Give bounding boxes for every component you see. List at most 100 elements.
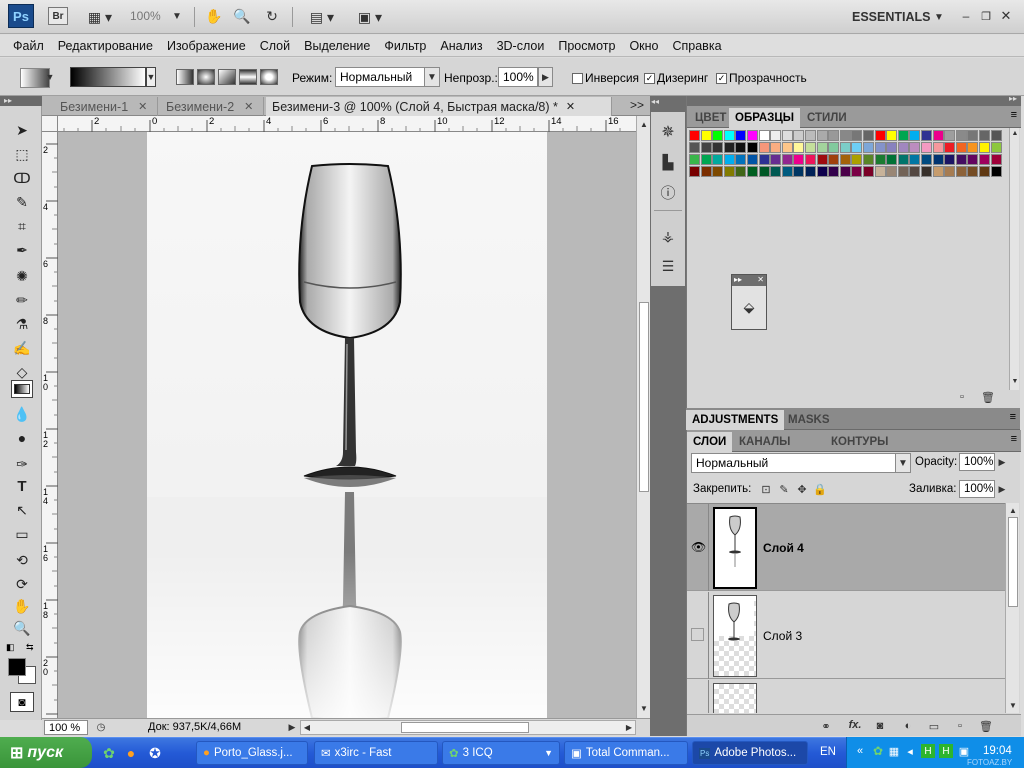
color-swatch[interactable] [967,142,979,153]
color-swatch[interactable] [828,142,840,153]
color-swatch[interactable] [723,154,735,165]
network-icon[interactable]: ▦ [887,744,901,758]
color-swatch[interactable] [805,130,816,141]
new-group-icon[interactable]: ▭ [927,719,941,733]
blend-mode-select[interactable]: Нормальный [691,453,897,473]
layer-thumbnail[interactable] [713,507,757,589]
delete-layer-icon[interactable]: 🗑 [979,719,993,733]
document-tab-active[interactable]: Безимени-3 @ 100% (Слой 4, Быстрая маска… [266,97,612,116]
menu-analysis[interactable]: Анализ [433,39,489,53]
color-swatch[interactable] [863,130,874,141]
color-swatch[interactable] [851,142,863,153]
color-swatch[interactable] [758,166,770,177]
path-select-tool-icon[interactable]: ↖ [11,500,33,520]
visibility-cell[interactable] [687,680,709,713]
new-layer-icon[interactable]: ▫ [953,719,967,733]
color-swatch[interactable] [955,130,967,141]
color-swatch[interactable] [816,166,828,177]
document-tab[interactable]: Безимени-2 ✕ [160,97,264,116]
color-swatch[interactable] [932,154,944,165]
color-swatch[interactable] [955,142,967,153]
layer-style-icon[interactable]: fx. [845,718,865,732]
transparency-checkbox[interactable]: ✓ Прозрачность [716,71,807,85]
info-icon[interactable]: ⓘ [657,182,679,202]
color-swatch[interactable] [781,142,793,153]
color-swatch[interactable] [689,142,700,153]
radial-gradient-icon[interactable] [197,69,215,85]
layer-name[interactable]: Слой 4 [763,541,804,555]
link-layers-icon[interactable]: ⚭ [817,719,835,733]
panel-menu-icon[interactable]: ≡ [1011,433,1017,445]
color-swatch[interactable] [897,154,909,165]
color-swatch[interactable] [955,166,967,177]
color-swatch[interactable] [839,130,851,141]
restore-icon[interactable]: ❐ [978,8,994,24]
healing-brush-tool-icon[interactable]: ✺ [11,266,33,286]
histogram-icon[interactable]: ▙ [657,152,679,172]
menu-file[interactable]: Файл [6,39,51,53]
color-swatch[interactable] [735,130,747,141]
swatch-grid[interactable] [689,130,1005,196]
color-swatch[interactable] [793,154,805,165]
color-swatch[interactable] [851,166,863,177]
scroll-down-icon[interactable]: ▼ [1010,376,1020,386]
color-swatch[interactable] [863,166,874,177]
color-swatch[interactable] [735,154,747,165]
clone-stamp-tool-icon[interactable]: ⚗ [11,314,33,334]
color-swatch[interactable] [874,166,886,177]
color-swatch[interactable] [909,130,921,141]
tab-styles[interactable]: СТИЛИ [801,108,853,128]
hand-tool-icon[interactable]: ✋ [11,596,33,616]
zoom-tool-icon[interactable]: 🔍 [11,618,33,638]
history-brush-tool-icon[interactable]: ✍ [11,338,33,358]
color-swatch[interactable] [909,142,921,153]
volume-icon[interactable]: ◂ [903,744,917,758]
crop-tool-icon[interactable]: ⌗ [11,216,33,236]
color-swatch[interactable] [770,130,782,141]
color-swatch[interactable] [747,166,758,177]
taskbar-button[interactable]: ✿ 3 ICQ ▼ [442,741,560,765]
color-swatch[interactable] [839,154,851,165]
lock-pixels-icon[interactable]: ✎ [777,482,791,496]
tab-swatches[interactable]: ОБРАЗЦЫ [729,108,801,128]
inverse-checkbox[interactable]: Инверсия [572,71,639,85]
close-tab-icon[interactable]: ✕ [566,100,575,113]
color-swatch[interactable] [967,166,979,177]
bridge-button[interactable]: Br [48,7,68,25]
status-info-icon[interactable]: ◷ [94,720,108,735]
color-swatch[interactable] [828,154,840,165]
menu-select[interactable]: Выделение [297,39,377,53]
history-icon[interactable]: ⚶ [657,226,679,246]
more-tabs-icon[interactable]: >> [630,98,644,112]
color-swatch[interactable] [689,166,700,177]
minimize-icon[interactable]: – [958,8,974,24]
layer-row-selected[interactable]: 👁 Слой 4 [687,504,1005,591]
color-swatch[interactable] [863,142,874,153]
view-extras-icon[interactable]: ▦ ▾ [82,6,118,28]
icq-tray-icon[interactable]: ✿ [871,744,885,758]
opacity-slider-icon[interactable]: ▶ [995,453,1009,471]
color-swatch[interactable] [758,130,770,141]
hand-tool-icon[interactable]: ✋ [204,6,224,26]
document-canvas[interactable] [58,132,636,718]
screen-mode-icon[interactable]: ▣ ▾ [352,6,388,28]
shape-tool-icon[interactable]: ▭ [11,524,33,544]
lasso-tool-icon[interactable]: ↀ [11,168,33,188]
tab-paths[interactable]: КОНТУРЫ [825,432,894,452]
color-swatch[interactable] [689,130,700,141]
tool-presets-icon[interactable]: ⬙ [740,297,758,317]
opera-icon[interactable]: ✪ [146,744,164,762]
color-swatch[interactable] [793,142,805,153]
color-swatch[interactable] [805,166,816,177]
floating-mini-panel[interactable]: ▸▸ ✕ ⬙ [731,274,767,330]
zoom-tool-icon[interactable]: 🔍 [232,6,252,26]
color-swatch[interactable] [932,130,944,141]
color-swatch[interactable] [700,154,712,165]
color-swatch[interactable] [979,130,990,141]
color-swatch[interactable] [723,166,735,177]
color-swatch[interactable] [712,166,724,177]
expand-icon[interactable]: ▸▸ [734,275,742,286]
color-swatch[interactable] [990,166,1002,177]
start-button[interactable]: ⊞ пуск [0,737,92,768]
tray-app-icon[interactable]: Н [939,744,953,758]
